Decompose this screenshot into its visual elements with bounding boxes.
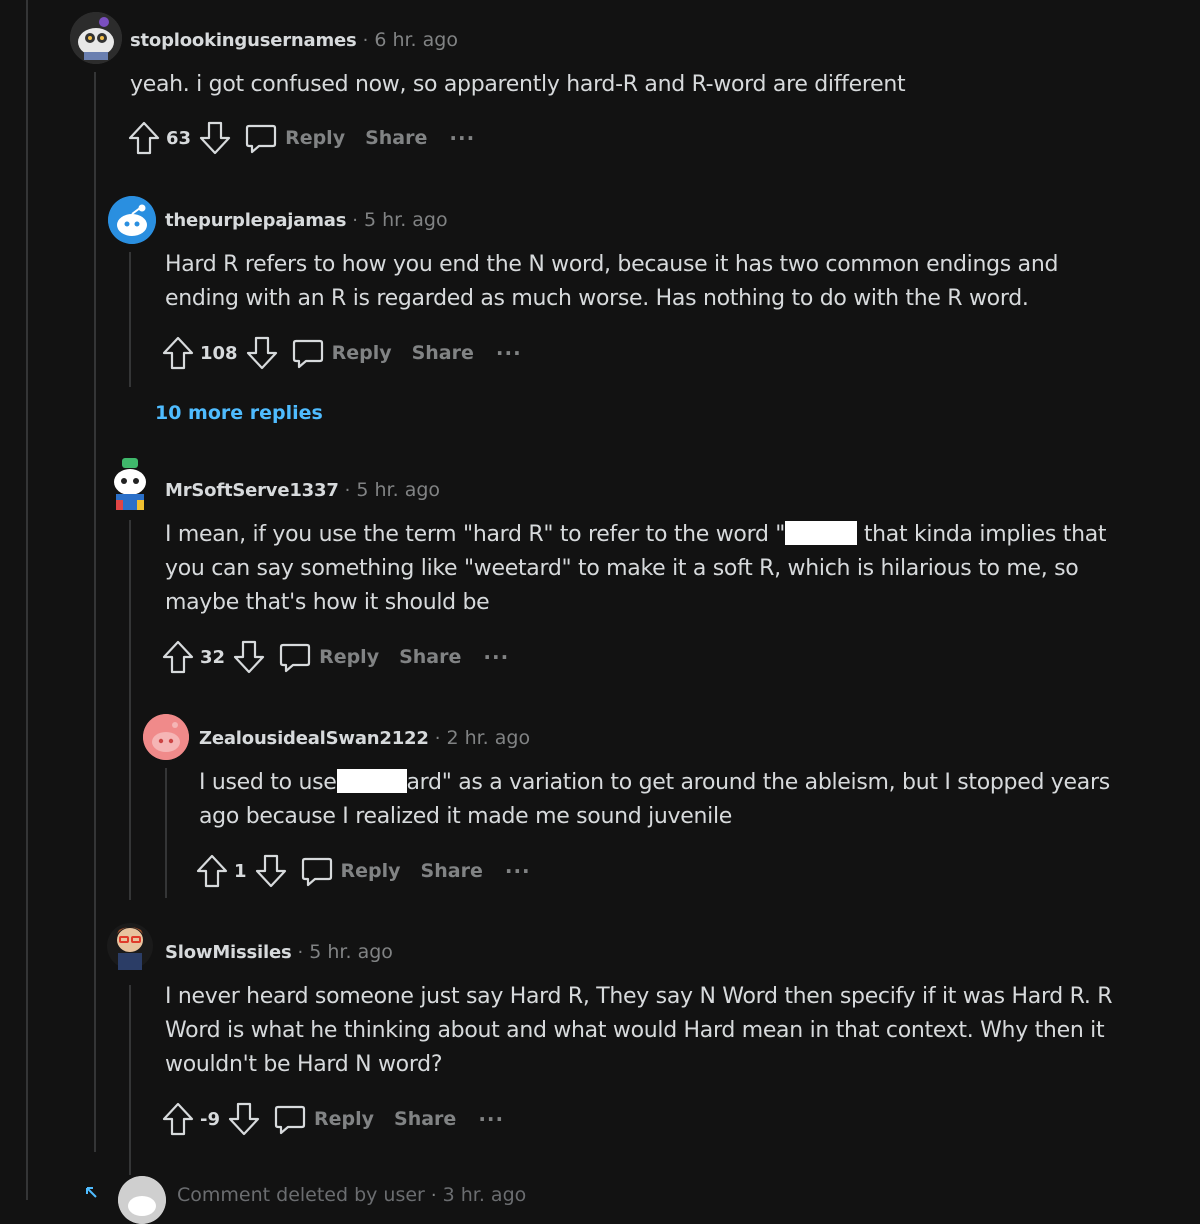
username[interactable]: SlowMissiles	[165, 942, 292, 963]
comment-body: I used to use ard" as a variation to get …	[199, 766, 1119, 834]
comment-body-start: I used to use	[199, 770, 337, 795]
more-options-icon[interactable]: ···	[505, 859, 531, 883]
reply-button[interactable]: Reply	[301, 854, 401, 888]
comment-bubble-icon	[274, 1105, 306, 1135]
comment-meta: ZealousidealSwan2122 · 2 hr. ago	[199, 723, 530, 753]
upvote-icon[interactable]	[162, 1102, 194, 1136]
timestamp[interactable]: 3 hr. ago	[443, 1184, 527, 1206]
vote-count: 1	[234, 860, 247, 882]
comment-meta: thepurplepajamas · 5 hr. ago	[165, 205, 448, 235]
separator-dot: ·	[352, 209, 358, 231]
separator-dot: ·	[344, 479, 351, 501]
reply-label: Reply	[319, 646, 380, 668]
vote-count: -9	[200, 1108, 220, 1130]
comment-bubble-icon	[301, 857, 332, 887]
share-button[interactable]: Share	[421, 860, 483, 882]
share-button[interactable]: Share	[399, 646, 461, 668]
comment-actions: 108 Reply Share ···	[162, 333, 522, 373]
username[interactable]: stoplookingusernames	[130, 30, 357, 51]
downvote-icon[interactable]	[246, 336, 278, 370]
separator-dot: ·	[430, 1184, 437, 1206]
comment-actions: 63 Reply Share ···	[128, 118, 475, 158]
comment-actions: -9 Reply Share ···	[162, 1099, 504, 1139]
separator-dot: ·	[297, 941, 304, 963]
reply-button[interactable]: Reply	[274, 1102, 374, 1136]
redaction-box	[785, 521, 858, 545]
timestamp[interactable]: 5 hr. ago	[309, 941, 393, 963]
comment-meta: MrSoftServe1337 · 5 hr. ago	[165, 475, 440, 505]
more-replies-link[interactable]: 10 more replies	[155, 402, 323, 424]
timestamp[interactable]: 6 hr. ago	[374, 29, 458, 51]
separator-dot: ·	[362, 29, 369, 51]
downvote-icon[interactable]	[199, 121, 231, 155]
share-button[interactable]: Share	[394, 1108, 456, 1130]
thread-line-root[interactable]	[26, 0, 28, 1200]
avatar[interactable]	[108, 196, 156, 244]
username[interactable]: thepurplepajamas	[165, 210, 346, 231]
downvote-icon[interactable]	[233, 640, 265, 674]
upvote-icon[interactable]	[162, 640, 194, 674]
avatar[interactable]	[143, 714, 189, 760]
upvote-icon[interactable]	[196, 854, 228, 888]
reply-label: Reply	[331, 342, 392, 364]
more-options-icon[interactable]: ···	[449, 126, 475, 150]
comment-body: I never heard someone just say Hard R, T…	[165, 984, 1113, 1077]
share-button[interactable]: Share	[365, 127, 427, 149]
vote-count: 108	[200, 342, 238, 364]
vote-count: 32	[200, 646, 226, 668]
reply-label: Reply	[285, 127, 346, 149]
separator-dot: ·	[434, 727, 441, 749]
comment-body: yeah. i got confused now, so apparently …	[130, 72, 906, 97]
comment-actions: 32 Reply Share ···	[162, 637, 509, 677]
more-options-icon[interactable]: ···	[496, 341, 522, 365]
timestamp[interactable]: 5 hr. ago	[364, 209, 448, 231]
reply-label: Reply	[340, 860, 401, 882]
reply-button[interactable]: Reply	[292, 336, 392, 370]
upvote-icon[interactable]	[128, 121, 160, 155]
comment-body-start: I mean, if you use the term "hard R" to …	[165, 522, 786, 547]
comment-body: Hard R refers to how you end the N word,…	[165, 252, 1059, 311]
reply-button[interactable]: Reply	[245, 121, 345, 155]
redaction-box	[336, 769, 407, 793]
thread-line-c3[interactable]	[129, 520, 131, 900]
avatar[interactable]	[108, 456, 152, 512]
avatar[interactable]	[70, 12, 122, 64]
vote-count: 63	[166, 127, 192, 149]
avatar[interactable]	[106, 920, 154, 972]
comment-meta: stoplookingusernames · 6 hr. ago	[130, 25, 458, 55]
username[interactable]: ZealousidealSwan2122	[199, 728, 429, 749]
username[interactable]: MrSoftServe1337	[165, 480, 339, 501]
thread-line-c1[interactable]	[94, 72, 96, 1152]
timestamp[interactable]: 2 hr. ago	[446, 727, 530, 749]
deleted-comment-meta: Comment deleted by user · 3 hr. ago	[177, 1180, 526, 1210]
upvote-icon[interactable]	[162, 336, 194, 370]
comment-meta: SlowMissiles · 5 hr. ago	[165, 937, 393, 967]
timestamp[interactable]: 5 hr. ago	[356, 479, 440, 501]
thread-line-c5[interactable]	[129, 985, 131, 1175]
thread-line-c4[interactable]	[165, 768, 167, 898]
deleted-comment-text: Comment deleted by user	[177, 1184, 425, 1206]
reply-button[interactable]: Reply	[279, 640, 379, 674]
comment-actions: 1 Reply Share ···	[196, 851, 531, 891]
downvote-icon[interactable]	[255, 854, 287, 888]
expand-arrow-icon[interactable]	[84, 1184, 98, 1198]
comment-body: I mean, if you use the term "hard R" to …	[165, 518, 1115, 620]
thread-line-c2[interactable]	[129, 252, 131, 387]
share-button[interactable]: Share	[412, 342, 474, 364]
deleted-avatar	[118, 1176, 166, 1224]
downvote-icon[interactable]	[228, 1102, 260, 1136]
comment-bubble-icon	[279, 643, 311, 673]
comment-bubble-icon	[292, 339, 323, 369]
comment-bubble-icon	[245, 124, 277, 154]
more-options-icon[interactable]: ···	[483, 645, 509, 669]
reply-label: Reply	[314, 1108, 375, 1130]
more-options-icon[interactable]: ···	[478, 1107, 504, 1131]
